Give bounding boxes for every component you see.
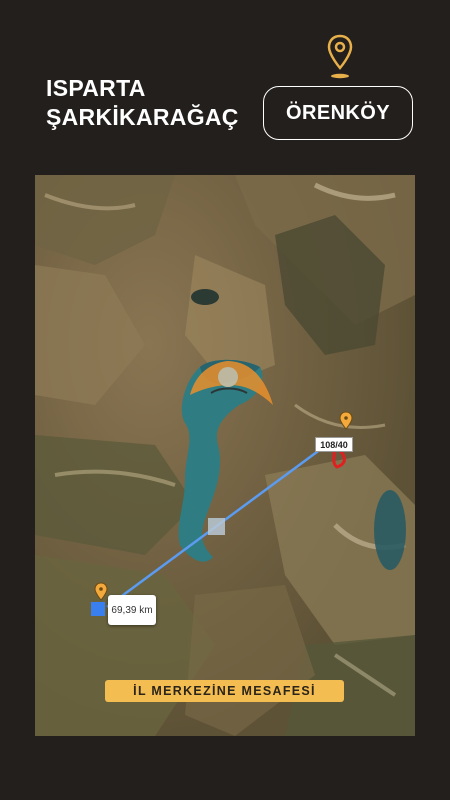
title-line-2: ŞARKİKARAĞAÇ — [46, 104, 239, 130]
location-button[interactable]: ÖRENKÖY — [263, 86, 413, 140]
location-pin-icon — [327, 34, 353, 79]
page-title: ISPARTA ŞARKİKARAĞAÇ — [46, 74, 239, 132]
map-terrain — [35, 175, 415, 736]
parcel-label: 108/40 — [315, 437, 353, 452]
satellite-map[interactable]: 69,39 km 108/40 İL MERKEZİNE MESAFESİ — [35, 175, 415, 736]
title-line-1: ISPARTA — [46, 75, 146, 101]
distance-banner: İL MERKEZİNE MESAFESİ — [105, 680, 344, 702]
distance-label: 69,39 km — [108, 595, 156, 625]
